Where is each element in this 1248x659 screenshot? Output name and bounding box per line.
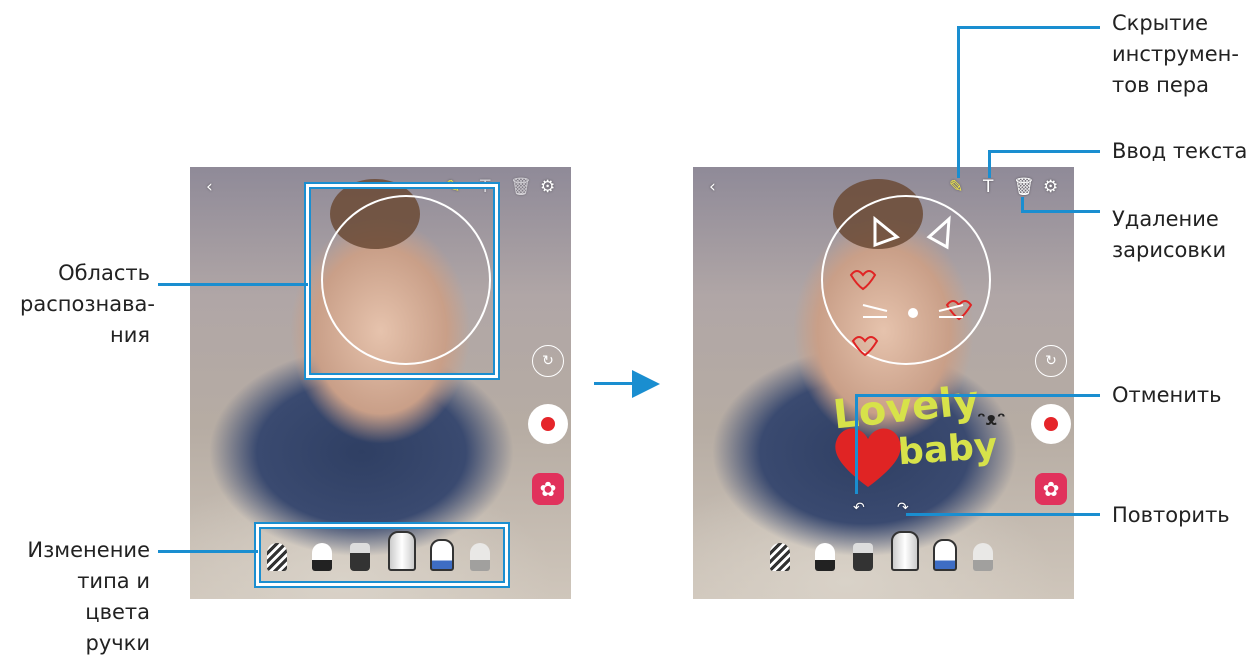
undo-pointer-horizontal <box>855 394 1100 397</box>
pen-type-3[interactable] <box>853 543 873 571</box>
record-icon <box>1044 417 1058 431</box>
recognition-area-highlight <box>306 184 498 378</box>
change-pen-line-2: типа и цвета <box>77 569 150 624</box>
hide-pen-tools-line-1: Скрытие <box>1112 11 1209 35</box>
recognition-area-line-2: распознава- <box>20 292 155 316</box>
heart-small-bottom <box>851 336 879 357</box>
pen-selector-highlight <box>256 524 508 586</box>
recognition-area-label: Область распознава- ния <box>20 258 155 351</box>
undo-icon[interactable]: ↶ <box>853 500 865 516</box>
pen-type-1[interactable] <box>770 543 790 571</box>
whisker <box>862 304 888 312</box>
record-button[interactable] <box>528 404 568 444</box>
heart-big <box>835 428 901 487</box>
delete-pointer-horizontal <box>1021 210 1100 213</box>
ear-left <box>873 215 900 248</box>
text-input-pointer-horizontal <box>988 150 1100 153</box>
delete-sketch-line-2: зарисовки <box>1112 238 1227 262</box>
change-pen-label: Изменение типа и цвета ручки <box>10 535 150 659</box>
delete-sketch-label: Удаление зарисовки <box>1112 204 1248 266</box>
pen-type-6[interactable] <box>973 543 993 571</box>
nose <box>908 308 918 318</box>
redo-label: Повторить <box>1112 503 1230 527</box>
pen-type-4-selected[interactable] <box>891 531 919 571</box>
text-input-label: Ввод текста <box>1112 139 1248 163</box>
trash-icon[interactable]: 🗑 <box>1013 177 1035 197</box>
delete-sketch-line-1: Удаление <box>1112 207 1219 231</box>
face-doodle <box>849 215 973 357</box>
gear-icon[interactable]: ⚙ <box>540 177 555 197</box>
undo-label: Отменить <box>1112 383 1222 407</box>
undo-pointer-vertical <box>855 394 858 494</box>
hide-pen-tools-label: Скрытие инструмен- тов пера <box>1112 8 1248 101</box>
trash-icon[interactable]: 🗑 <box>510 177 532 197</box>
ear-right <box>926 215 951 250</box>
pen-type-5[interactable] <box>933 539 957 571</box>
text-input-pointer-vertical <box>988 150 991 178</box>
pen-icon[interactable]: ✎ <box>949 177 963 197</box>
back-icon[interactable]: ‹ <box>709 177 716 197</box>
flower-icon[interactable]: ✿ <box>532 473 564 505</box>
text-icon[interactable]: T <box>983 177 993 197</box>
transition-arrow-shaft <box>594 382 634 385</box>
hide-pen-pointer-vertical <box>957 26 960 178</box>
pen-type-2[interactable] <box>815 543 835 571</box>
hide-pen-tools-line-2: инструмен- <box>1112 42 1239 66</box>
heart-small-left <box>849 270 877 291</box>
switch-camera-icon[interactable]: ↻ <box>532 345 564 377</box>
back-icon[interactable]: ‹ <box>206 177 213 197</box>
hide-pen-pointer-horizontal <box>957 26 1100 29</box>
change-pen-line-3: ручки <box>85 631 151 655</box>
change-pen-pointer <box>158 550 258 553</box>
switch-camera-icon[interactable]: ↻ <box>1035 345 1067 377</box>
doodle-word-2: baby <box>896 425 999 474</box>
redo-pointer <box>906 513 1100 516</box>
record-icon <box>541 417 555 431</box>
transition-arrow-icon <box>632 370 660 398</box>
pen-selector <box>693 531 1074 577</box>
hide-pen-tools-line-3: тов пера <box>1112 73 1209 97</box>
bunny-doodle: ᵔᴥᵔ <box>977 409 1006 430</box>
camera-preview-after: ‹ ✎ T 🗑 ⚙ Lovely baby ᵔᴥᵔ ↶ ↷ ↻ ✿ <box>693 167 1074 599</box>
recognition-area-pointer <box>158 283 308 286</box>
record-button[interactable] <box>1031 404 1071 444</box>
recognition-area-line-1: Область <box>58 261 150 285</box>
flower-icon[interactable]: ✿ <box>1035 473 1067 505</box>
gear-icon[interactable]: ⚙ <box>1043 177 1058 197</box>
recognition-area-line-3: ния <box>109 323 150 347</box>
change-pen-line-1: Изменение <box>27 538 150 562</box>
